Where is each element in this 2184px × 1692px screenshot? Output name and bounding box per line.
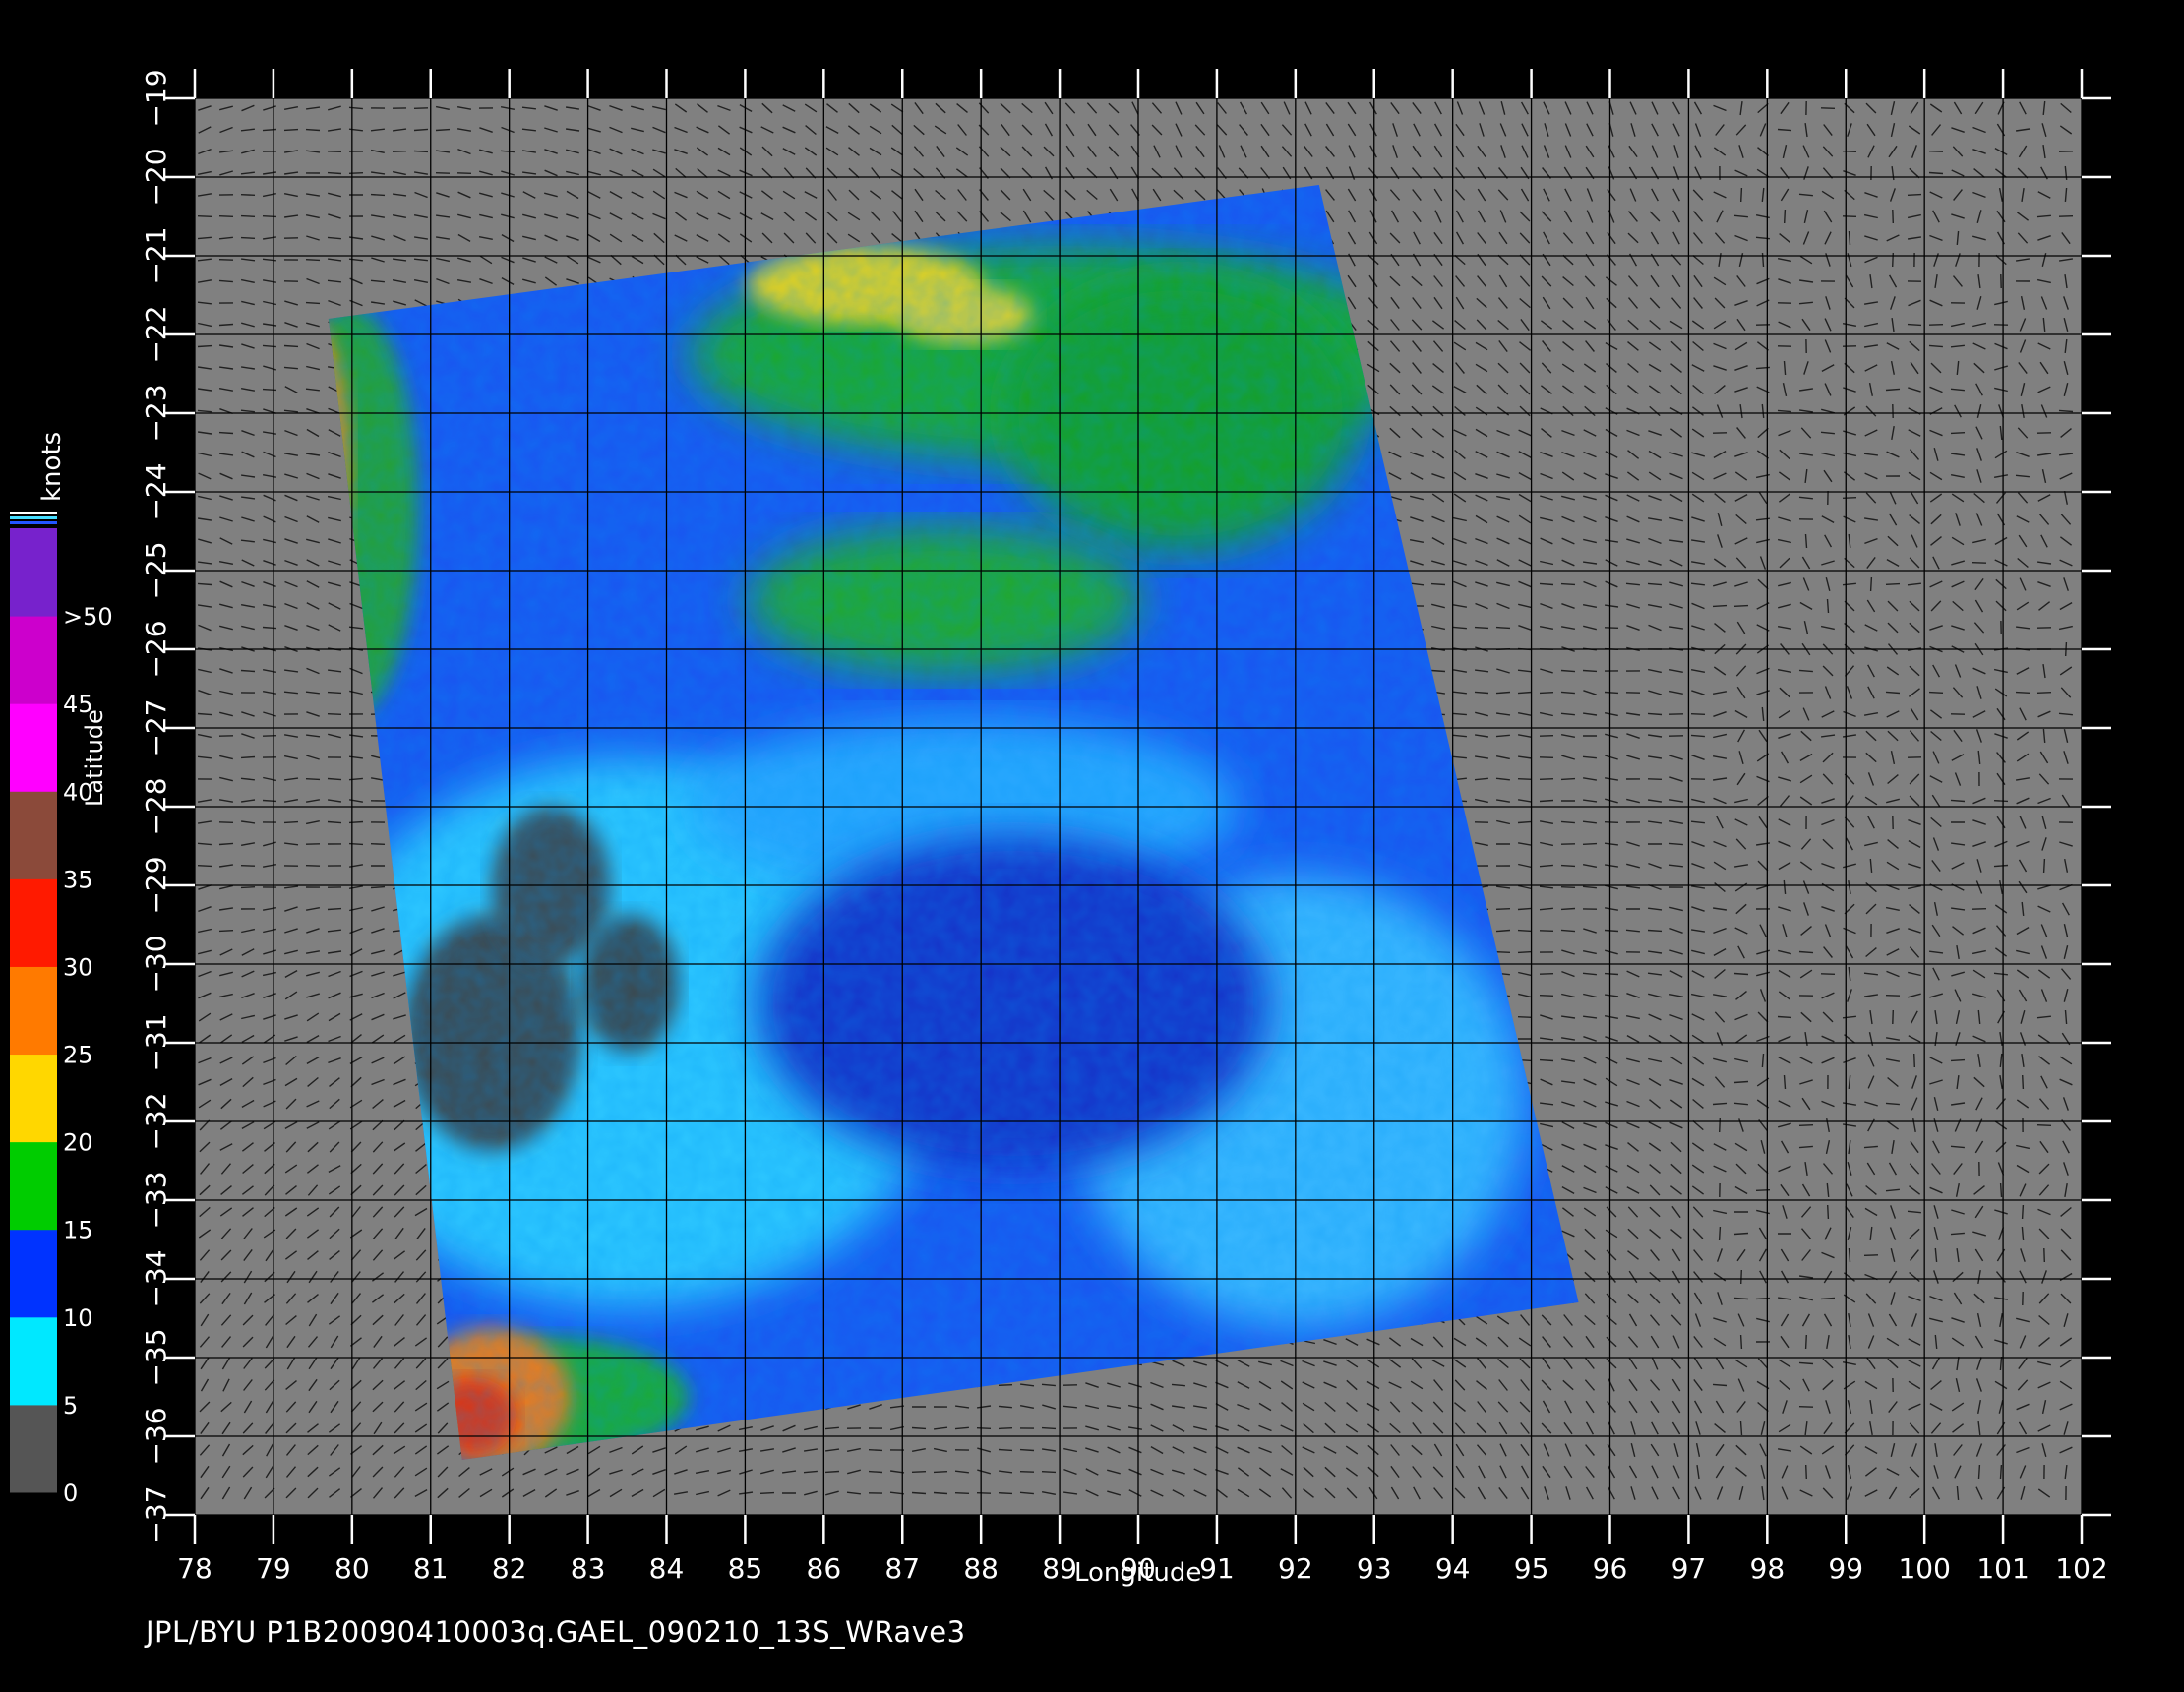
x-tick-label: 92 <box>1278 1552 1313 1585</box>
y-tick-label: −19 <box>140 69 172 127</box>
y-axis-label: Latitude <box>81 709 108 807</box>
x-tick-label: 93 <box>1357 1552 1392 1585</box>
colorbar-segment <box>10 1141 57 1231</box>
colorbar-segment <box>10 1229 57 1318</box>
x-tick-label: 97 <box>1671 1552 1707 1585</box>
x-tick-label: 95 <box>1514 1552 1549 1585</box>
y-tick-label: −36 <box>140 1407 172 1465</box>
colorbar-tick-label: 25 <box>63 1042 93 1069</box>
x-tick-label: 98 <box>1750 1552 1786 1585</box>
x-tick-label: 81 <box>413 1552 449 1585</box>
x-tick-label: 87 <box>884 1552 920 1585</box>
x-tick-label: 94 <box>1435 1552 1471 1585</box>
x-tick-label: 91 <box>1199 1552 1235 1585</box>
x-tick-label: 79 <box>256 1552 291 1585</box>
colorbar-segment <box>10 616 57 704</box>
colorbar-top-stripe <box>10 512 57 514</box>
x-tick-label: 82 <box>492 1552 527 1585</box>
y-tick-label: −31 <box>140 1013 172 1071</box>
y-tick-label: −22 <box>140 305 172 363</box>
y-tick-label: −32 <box>140 1092 172 1150</box>
colorbar-title: knots <box>37 431 67 502</box>
y-tick-label: −29 <box>140 856 172 914</box>
colorbar-segment <box>10 703 57 792</box>
colorbar-tick-label: 10 <box>63 1304 93 1332</box>
x-tick-label: 84 <box>649 1552 685 1585</box>
x-tick-label: 102 <box>2055 1552 2107 1585</box>
colorbar-tick-label: 0 <box>63 1480 78 1507</box>
x-tick-label: 83 <box>571 1552 606 1585</box>
colorbar-segment <box>10 878 57 967</box>
colorbar <box>10 512 57 1493</box>
y-tick-label: −35 <box>140 1328 172 1386</box>
colorbar-segment <box>10 791 57 879</box>
colorbar-top-stripe <box>10 516 57 519</box>
colorbar-tick-label: 5 <box>63 1392 78 1420</box>
y-tick-label: −20 <box>140 148 172 206</box>
colorbar-tick-label: 30 <box>63 953 93 981</box>
colorbar-tick-label: 20 <box>63 1129 93 1157</box>
x-tick-label: 80 <box>334 1552 370 1585</box>
y-tick-label: −25 <box>140 541 172 599</box>
x-tick-label: 85 <box>728 1552 763 1585</box>
y-tick-labels: −19 −20 −21 −22 −23 −24 −25 −26 −27 −28 −29 −30 −31 −… <box>140 69 172 1543</box>
x-tick-label: 89 <box>1042 1552 1077 1585</box>
x-tick-label: 99 <box>1828 1552 1863 1585</box>
footer-product-id: JPL/BYU P1B20090410003q.GAEL_090210_13S_… <box>146 1615 966 1649</box>
x-tick-label: 78 <box>177 1552 212 1585</box>
y-tick-label: −23 <box>140 384 172 442</box>
colorbar-tick-label: >50 <box>63 603 113 631</box>
colorbar-segment <box>10 1054 57 1143</box>
colorbar-segment <box>10 528 57 617</box>
colorbar-segment <box>10 966 57 1056</box>
colorbar-segment <box>10 1404 57 1493</box>
x-tick-label: 100 <box>1898 1552 1950 1585</box>
wind-map-plot: 78 79 80 81 82 83 84 85 86 87 88 89 90 91 92 93 94 95 96 97… <box>10 69 2111 1585</box>
colorbar-top-stripe <box>10 521 57 524</box>
y-tick-label: −34 <box>140 1249 172 1307</box>
colorbar-tick-label: 35 <box>63 866 93 893</box>
y-tick-label: −37 <box>140 1485 172 1543</box>
x-tick-label: 86 <box>807 1552 842 1585</box>
y-tick-label: −21 <box>140 226 172 284</box>
y-tick-label: −24 <box>140 462 172 520</box>
y-tick-label: −30 <box>140 935 172 993</box>
x-tick-label: 101 <box>1976 1552 2029 1585</box>
x-tick-label: 88 <box>963 1552 999 1585</box>
y-tick-label: −27 <box>140 698 172 756</box>
y-tick-label: −26 <box>140 620 172 678</box>
x-tick-label: 96 <box>1593 1552 1628 1585</box>
y-tick-label: −33 <box>140 1171 172 1229</box>
colorbar-tick-label: 15 <box>63 1217 93 1244</box>
x-axis-label: Longitude <box>1074 1558 1202 1588</box>
colorbar-segment <box>10 1316 57 1406</box>
y-tick-label: −28 <box>140 777 172 835</box>
